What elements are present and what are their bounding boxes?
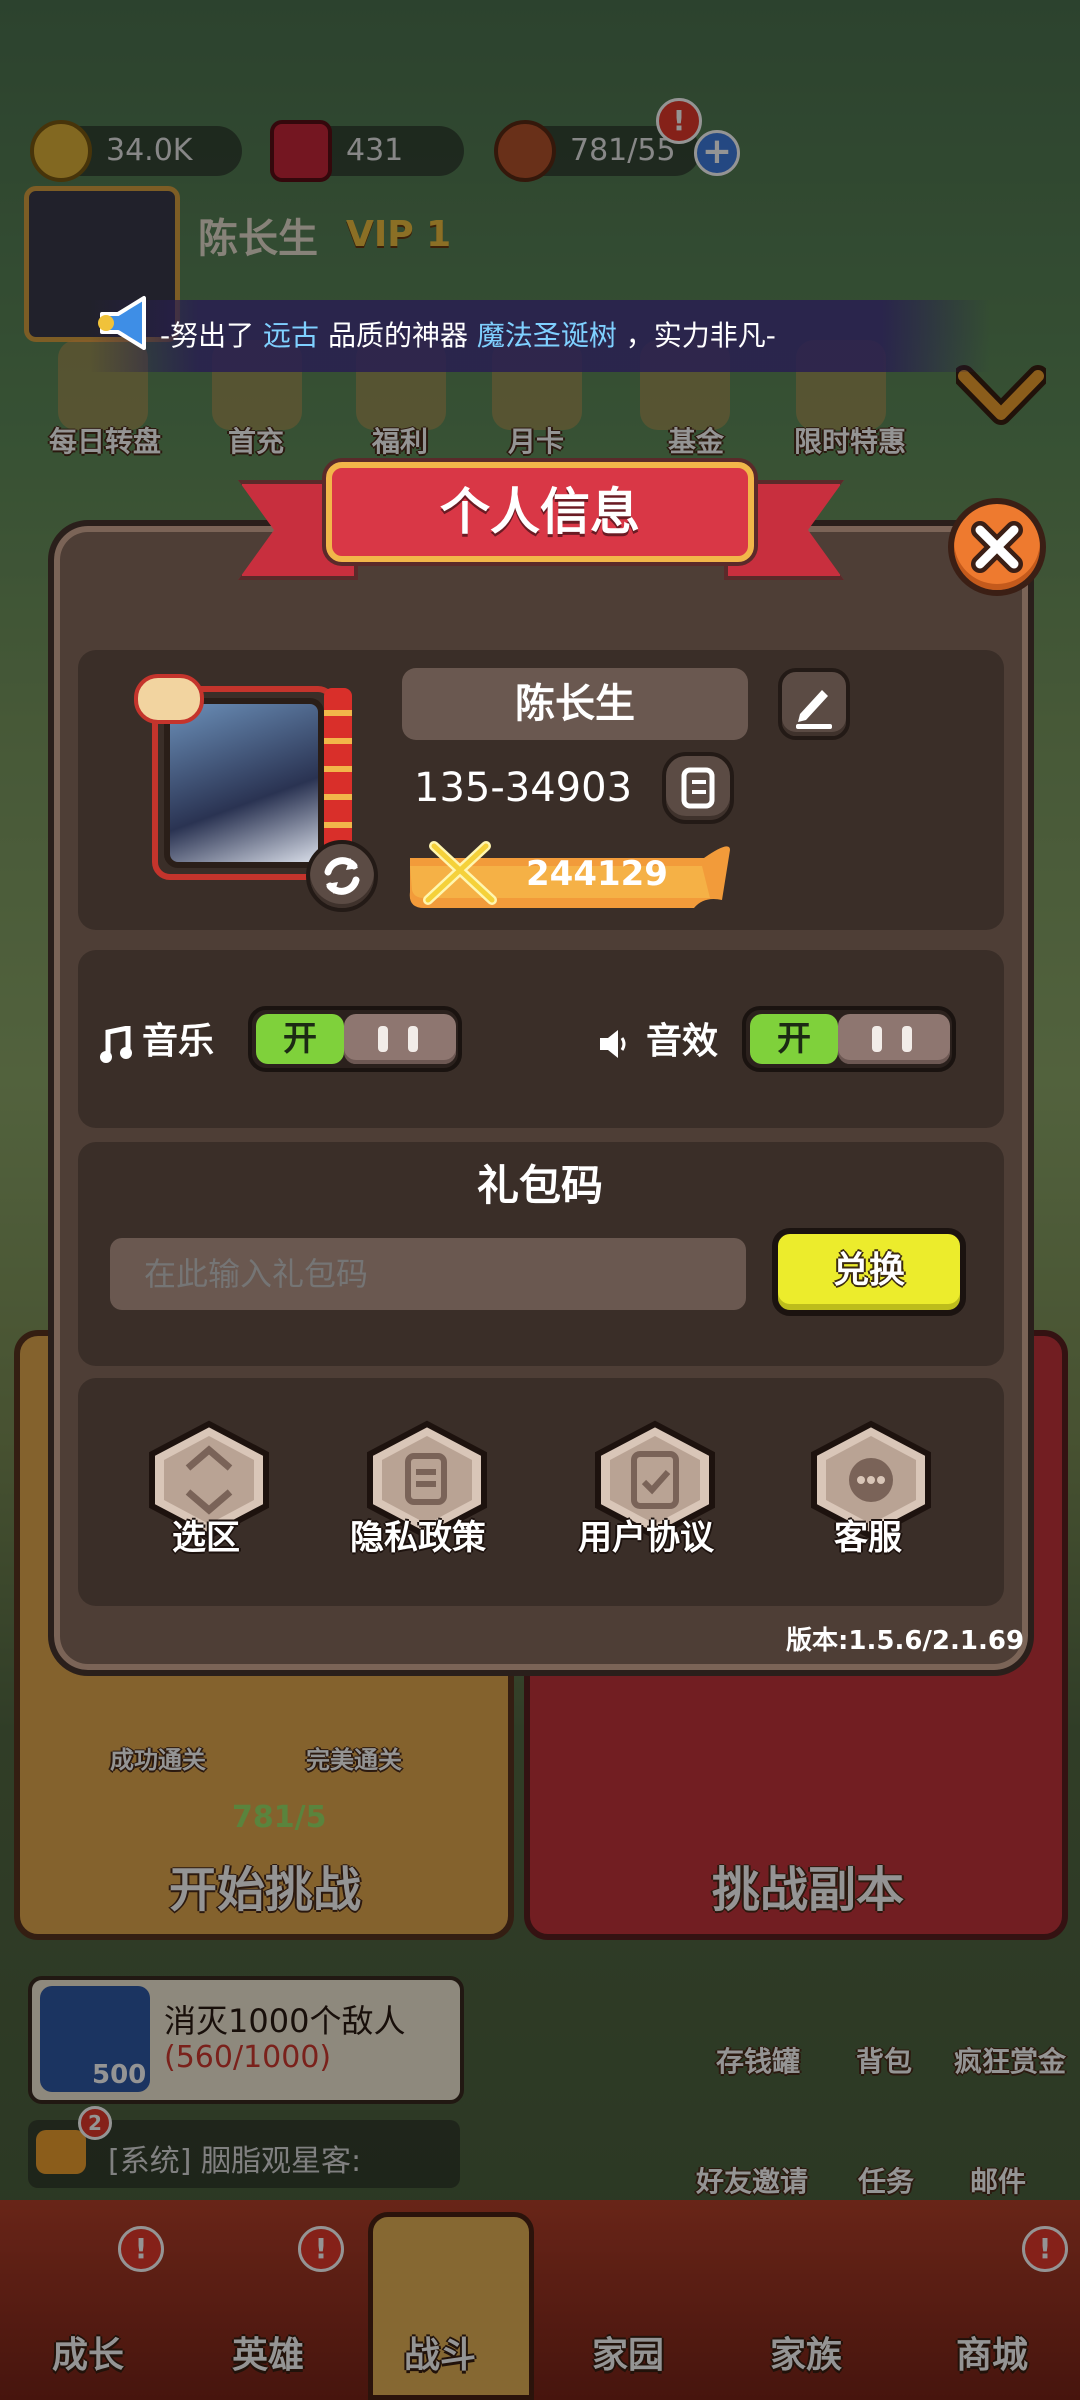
music-toggle-state: 开 <box>256 1014 344 1064</box>
megaphone-icon <box>92 288 162 358</box>
music-toggle[interactable]: 开 <box>248 1006 462 1072</box>
sound-toggle-state: 开 <box>750 1014 838 1064</box>
crossed-swords-icon <box>423 841 497 905</box>
customer-service-label: 客服 <box>834 1518 902 1558</box>
player-name: 陈长生 <box>402 668 748 740</box>
gift-code-title: 礼包码 <box>476 1161 603 1210</box>
marquee-quality: 远古 <box>263 319 320 352</box>
redeem-button[interactable]: 兑换 <box>772 1228 966 1316</box>
change-avatar-button[interactable] <box>306 840 378 912</box>
announcement-marquee: -努出了 远古 品质的神器 魔法圣诞树 ，实力非凡- <box>90 300 990 372</box>
pencil-icon <box>796 690 832 729</box>
player-id: 135-34903 <box>414 765 633 811</box>
toggle-knob <box>344 1014 456 1064</box>
sound-toggle[interactable]: 开 <box>742 1006 956 1072</box>
dialog-title: 个人信息 <box>440 483 640 541</box>
close-icon <box>971 521 1023 573</box>
privacy-policy-label: 隐私政策 <box>350 1518 486 1558</box>
combat-power: 244129 <box>404 838 732 910</box>
lion-dance-decoration <box>134 674 204 724</box>
gift-code-input[interactable] <box>110 1238 746 1310</box>
user-agreement-label: 用户协议 <box>578 1518 714 1558</box>
toggle-knob <box>838 1014 950 1064</box>
copy-id-button[interactable] <box>662 752 734 824</box>
firecracker-decoration <box>324 688 352 858</box>
dialog-title-banner: 个人信息 <box>326 462 754 562</box>
music-label: 音乐 <box>142 1021 215 1062</box>
music-note-icon <box>98 1024 132 1066</box>
select-server-label: 选区 <box>172 1518 240 1558</box>
close-button[interactable] <box>948 498 1046 596</box>
combat-power-value: 244129 <box>526 854 668 894</box>
edit-name-button[interactable] <box>778 668 850 740</box>
speaker-icon <box>596 1026 630 1062</box>
sound-label: 音效 <box>646 1021 719 1062</box>
version-text: 版本:1.5.6/2.1.69 <box>786 1626 1025 1656</box>
refresh-icon <box>324 857 360 895</box>
copy-icon <box>681 767 715 809</box>
marquee-item: 魔法圣诞树 <box>476 319 617 352</box>
